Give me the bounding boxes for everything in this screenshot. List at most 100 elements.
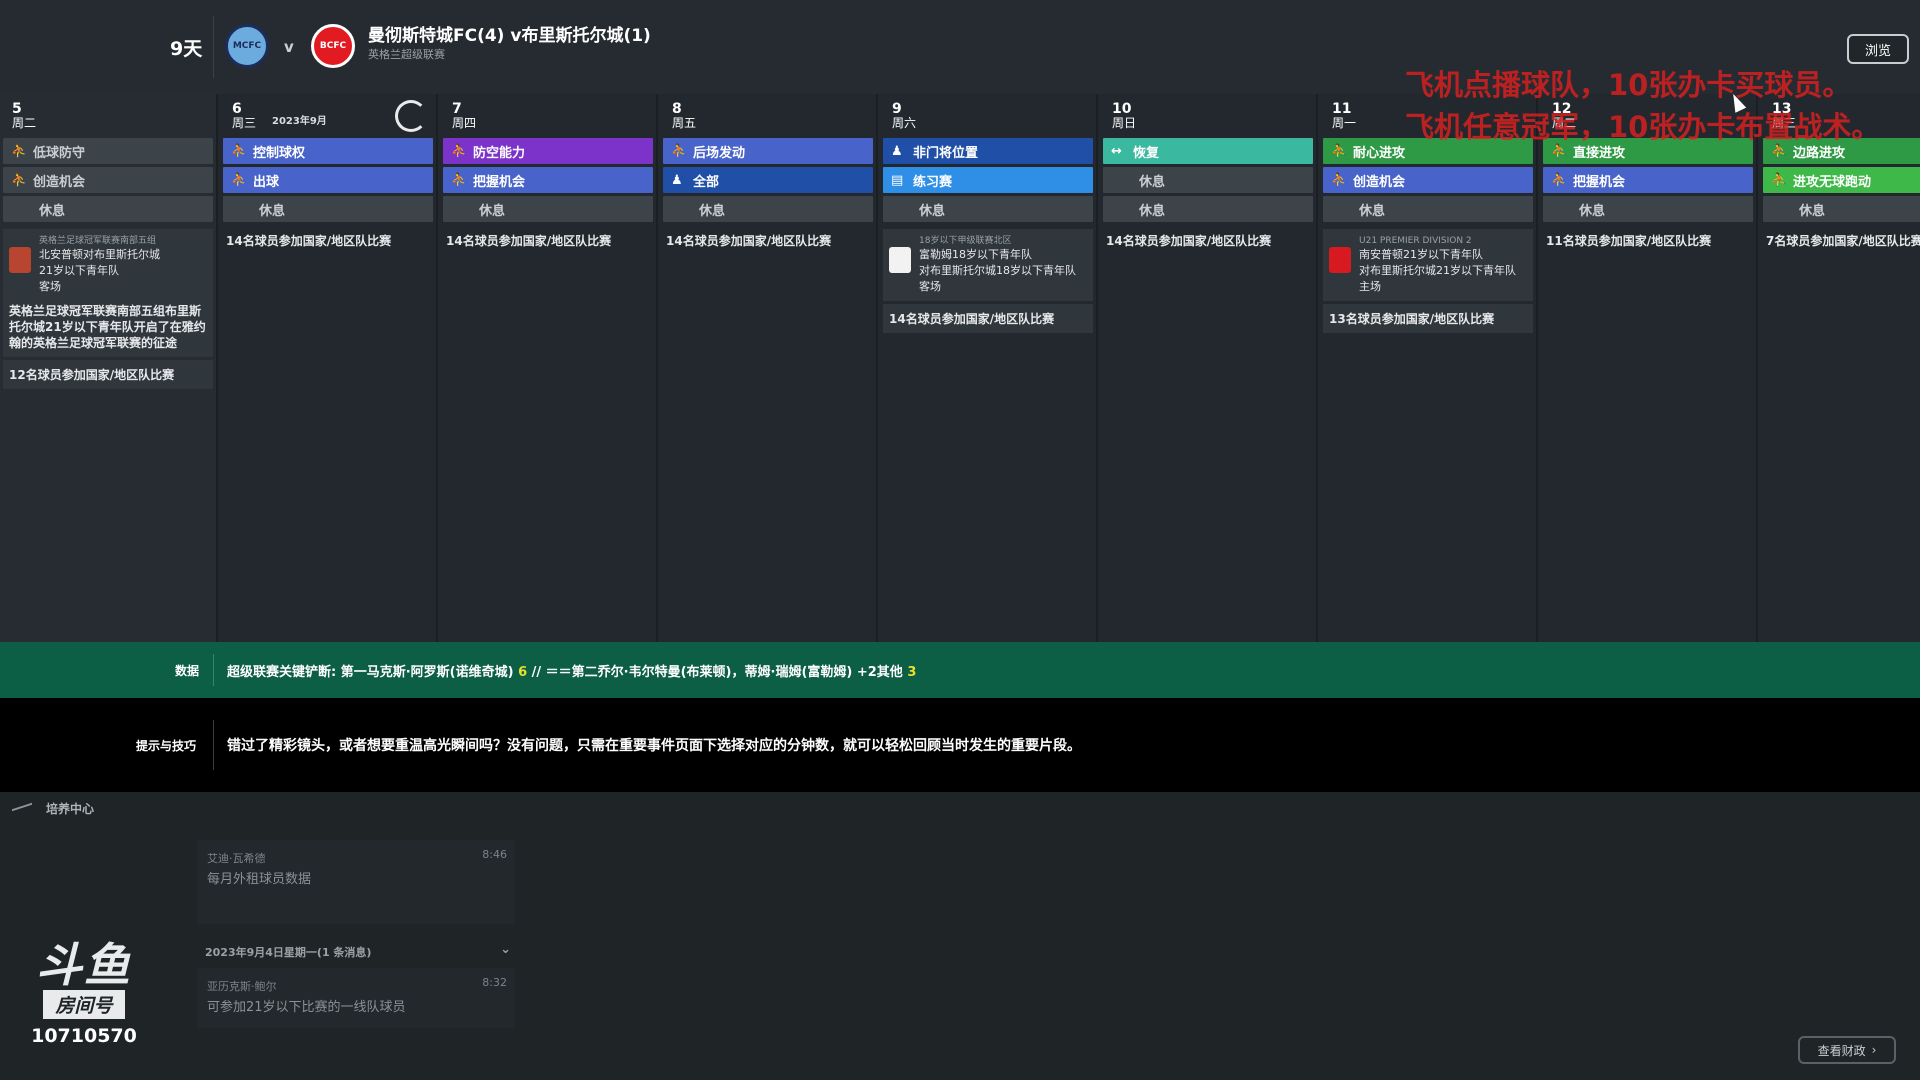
message-sender: 亚历克斯·鲍尔 <box>207 980 277 993</box>
fixture-card[interactable]: 18岁以下甲级联赛北区 富勒姆18岁以下青年队 对布里斯托尔城18岁以下青年队 客场 <box>883 229 1093 301</box>
international-duty-notice[interactable]: 13名球员参加国家/地区队比赛 <box>1323 304 1533 333</box>
calendar-day[interactable]: 5 周二 ⛹ 低球防守 ⛹ 创造机会 休息 英格兰足球冠军联赛南部五组 北安普顿对布里斯托尔城 2… <box>0 94 218 642</box>
message-date-group[interactable]: 2023年9月4日星期一(1 条消息) ⌄ <box>205 942 511 960</box>
fixture-venue: 主场 <box>1359 280 1381 293</box>
international-duty-notice[interactable]: 14名球员参加国家/地区队比赛 <box>660 229 876 252</box>
competition-name[interactable]: 英格兰超级联赛 <box>368 46 445 62</box>
day-header: 11 周一 <box>1320 94 1536 138</box>
match-header: 9天 MCFC v BCFC 曼彻斯特城FC(4) v布里斯托尔城(1) 英格兰… <box>0 0 1920 94</box>
training-session[interactable]: ⛹ 出球 <box>223 167 433 193</box>
training-session-label: 非门将位置 <box>913 145 979 161</box>
day-number: 10 <box>1112 101 1132 117</box>
training-icon: ⛹ <box>451 143 468 159</box>
international-duty-notice[interactable]: 12名球员参加国家/地区队比赛 <box>3 360 213 389</box>
international-duty-notice[interactable]: 14名球员参加国家/地区队比赛 <box>220 229 436 252</box>
room-label: 房间号 <box>43 990 125 1019</box>
training-session[interactable]: ⛹ 把握机会 <box>1543 167 1753 193</box>
training-session-label: 防空能力 <box>473 145 526 161</box>
training-session[interactable]: ♟ 全部 <box>663 167 873 193</box>
training-session[interactable]: ♟ 非门将位置 <box>883 138 1093 164</box>
calendar-day[interactable]: 7 周四 ⛹ 防空能力 ⛹ 把握机会 休息 14名球员参加国家/地区队比赛 <box>440 94 658 642</box>
training-session[interactable]: ⛹ 创造机会 <box>1323 167 1533 193</box>
training-icon: ⛹ <box>1771 172 1788 188</box>
tips-divider <box>213 720 214 770</box>
training-session[interactable]: ⛹ 边路进攻 <box>1763 138 1920 164</box>
day-header: 13 周三 <box>1760 94 1920 138</box>
training-session[interactable]: ⛹ 低球防守 <box>3 138 213 164</box>
stats-value-first: 6 <box>518 665 528 680</box>
international-duty-notice[interactable]: 14名球员参加国家/地区队比赛 <box>1100 229 1316 252</box>
opponent-crest-icon <box>9 247 31 273</box>
training-session-label: 休息 <box>1579 203 1606 219</box>
day-header: 12 周二 <box>1540 94 1756 138</box>
training-session[interactable]: ⛹ 直接进攻 <box>1543 138 1753 164</box>
away-team-crest-icon[interactable]: BCFC <box>311 24 355 68</box>
training-session-label: 全部 <box>693 174 720 190</box>
message-item[interactable]: 亚历克斯·鲍尔 8:32 可参加21岁以下比赛的一线队球员 <box>197 968 515 1028</box>
training-session[interactable]: ⛹ 防空能力 <box>443 138 653 164</box>
calendar-day[interactable]: 9 周六 ♟ 非门将位置 ▤ 练习赛 休息 18岁以下甲级联赛北区 富勒姆18岁以下青年队 对布里… <box>880 94 1098 642</box>
calendar-day[interactable]: 11 周一 ⛹ 耐心进攻 ⛹ 创造机会休息 U21 PREMIER DIVISION 2 南安… <box>1320 94 1538 642</box>
calendar-day[interactable]: 12 周二 ⛹ 直接进攻 ⛹ 把握机会休息 11名球员参加国家/地区队比赛 <box>1540 94 1758 642</box>
chevron-right-icon: › <box>1871 1043 1877 1057</box>
tips-text: 错过了精彩镜头，或者想要重温高光瞬间吗？没有问题，只需在重要事件页面下选择对应的… <box>227 738 1081 754</box>
day-events: 14名球员参加国家/地区队比赛 <box>1100 229 1316 252</box>
day-weekday: 周三 <box>1772 116 1797 130</box>
training-session[interactable]: ↔ 恢复 <box>1103 138 1313 164</box>
calendar-day[interactable]: 10 周日 ↔ 恢复 休息 休息 14名球员参加国家/地区队比赛 <box>1100 94 1318 642</box>
training-session[interactable]: ▤ 练习赛 <box>883 167 1093 193</box>
view-finances-button[interactable]: 查看财政 › <box>1798 1036 1896 1064</box>
fixture-card[interactable]: U21 PREMIER DIVISION 2 南安普顿21岁以下青年队 对布里斯托尔… <box>1323 229 1533 301</box>
international-duty-notice[interactable]: 7名球员参加国家/地区队比赛 <box>1760 229 1920 252</box>
training-session[interactable]: ⛹ 耐心进攻 <box>1323 138 1533 164</box>
message-item[interactable]: 艾迪·瓦希德 8:46 每月外租球员数据 <box>197 840 515 924</box>
day-header: 10 周日 <box>1100 94 1316 138</box>
training-session-label: 休息 <box>1359 203 1386 219</box>
training-icon: ↔ <box>1111 143 1122 159</box>
stats-text[interactable]: 超级联赛关键铲断: 第一马克斯·阿罗斯(诺维奇城) 6 // ＝＝第二乔尔·韦尔… <box>227 661 916 680</box>
training-session-label: 把握机会 <box>1573 174 1626 190</box>
training-session[interactable]: 休息 <box>223 196 433 222</box>
days-until-match: 9天 <box>170 38 203 60</box>
fixture-card[interactable]: 英格兰足球冠军联赛南部五组 北安普顿对布里斯托尔城 21岁以下青年队 客场 英格兰足球冠… <box>3 229 213 357</box>
inbox-header[interactable]: 培养中心 <box>12 800 94 817</box>
international-duty-notice[interactable]: 14名球员参加国家/地区队比赛 <box>883 304 1093 333</box>
calendar-day[interactable]: 8 周五 ⛹ 后场发动 ♟ 全部 休息 14名球员参加国家/地区队比赛 <box>660 94 878 642</box>
training-session[interactable]: ⛹ 创造机会 <box>3 167 213 193</box>
international-duty-notice[interactable]: 14名球员参加国家/地区队比赛 <box>440 229 656 252</box>
training-session-label: 后场发动 <box>693 145 746 161</box>
match-title[interactable]: 曼彻斯特城FC(4) v布里斯托尔城(1) <box>368 21 651 46</box>
stats-value-second: 3 <box>907 665 917 680</box>
training-session[interactable]: 休息 <box>443 196 653 222</box>
training-calendar: 5 周二 ⛹ 低球防守 ⛹ 创造机会 休息 英格兰足球冠军联赛南部五组 北安普顿对布里斯托尔城 2… <box>0 94 1920 642</box>
home-team-crest-icon[interactable]: MCFC <box>225 24 269 68</box>
calendar-day[interactable]: 6 周三 2023年9月 ⛹ 控制球权 ⛹ 出球 休息 14名球员参加国家/地区队比赛 <box>220 94 438 642</box>
training-session[interactable]: 休息 <box>1763 196 1920 222</box>
training-session[interactable]: 休息 <box>1103 196 1313 222</box>
douyu-logo: 斗鱼 <box>36 938 132 992</box>
international-duty-notice[interactable]: 11名球员参加国家/地区队比赛 <box>1540 229 1756 252</box>
training-session[interactable]: ⛹ 把握机会 <box>443 167 653 193</box>
training-session[interactable]: 休息 <box>883 196 1093 222</box>
stats-divider <box>213 654 214 686</box>
training-session[interactable]: 休息 <box>1323 196 1533 222</box>
chevron-down-icon[interactable]: ⌄ <box>500 942 511 957</box>
training-session-label: 低球防守 <box>33 145 86 161</box>
training-session[interactable]: ⛹ 后场发动 <box>663 138 873 164</box>
training-session[interactable]: 休息 <box>3 196 213 222</box>
fixture-line: 富勒姆18岁以下青年队 <box>919 248 1032 261</box>
training-session[interactable]: ⛹ 进攻无球跑动 <box>1763 167 1920 193</box>
calendar-day[interactable]: 13 周三 ⛹ 边路进攻 ⛹ 进攻无球跑动休息 7名球员参加国家/地区队比赛 <box>1760 94 1920 642</box>
day-events: 11名球员参加国家/地区队比赛 <box>1540 229 1756 252</box>
development-centre-icon <box>12 802 32 815</box>
training-session[interactable]: ⛹ 控制球权 <box>223 138 433 164</box>
training-session[interactable]: 休息 <box>1103 167 1313 193</box>
message-time: 8:46 <box>482 848 507 861</box>
day-events: 7名球员参加国家/地区队比赛 <box>1760 229 1920 252</box>
training-session-label: 休息 <box>1799 203 1826 219</box>
training-session-label: 把握机会 <box>473 174 526 190</box>
browse-button[interactable]: 浏览 <box>1847 34 1909 64</box>
training-session[interactable]: 休息 <box>663 196 873 222</box>
message-subject: 可参加21岁以下比赛的一线队球员 <box>207 1000 406 1015</box>
training-session[interactable]: 休息 <box>1543 196 1753 222</box>
